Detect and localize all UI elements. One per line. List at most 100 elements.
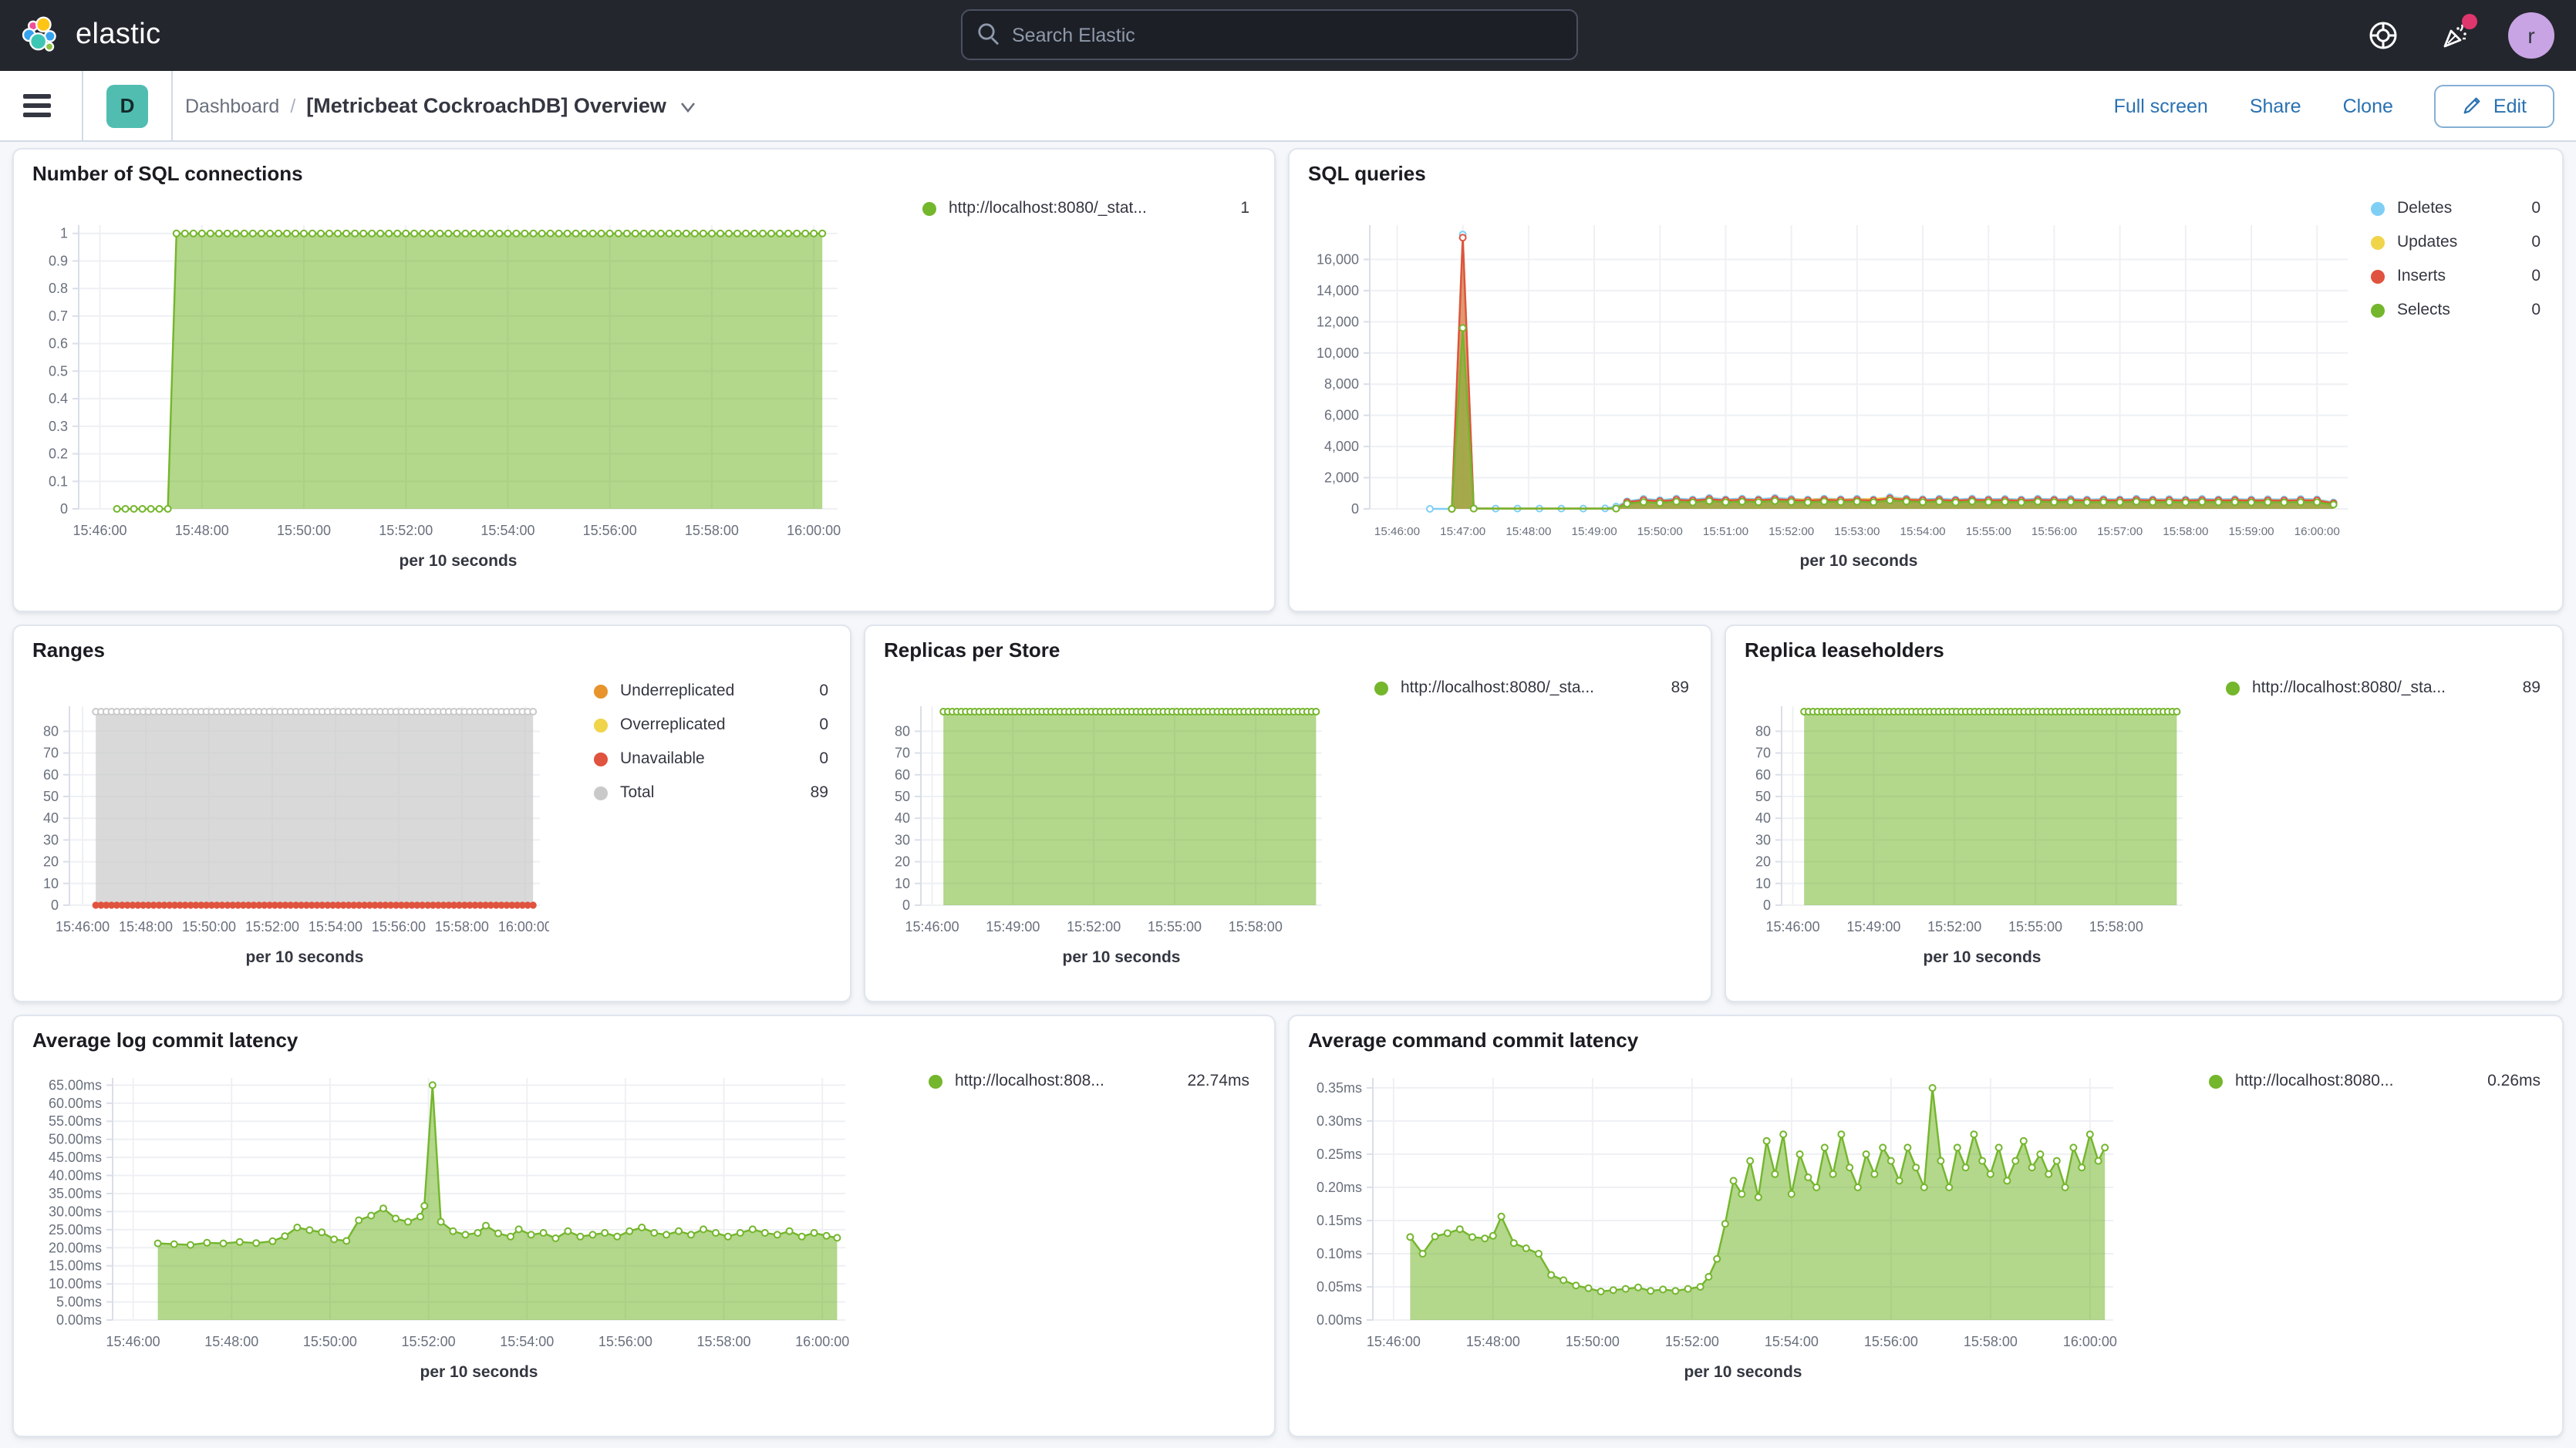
chart-legend: Deletes0 Updates0 Inserts0 Selects0 [2371, 199, 2541, 335]
svg-text:per 10 seconds: per 10 seconds [1063, 948, 1181, 966]
svg-text:15:48:00: 15:48:00 [204, 1334, 258, 1349]
legend-item[interactable]: Selects0 [2371, 301, 2541, 319]
chart-sql-queries[interactable]: 15:46:0015:47:0015:48:0015:49:0015:50:00… [1293, 190, 2357, 591]
svg-text:30: 30 [895, 832, 910, 847]
svg-text:0.25ms: 0.25ms [1317, 1147, 1362, 1162]
legend-item[interactable]: http://localhost:8080...0.26ms [2209, 1072, 2541, 1090]
svg-text:10,000: 10,000 [1317, 345, 1359, 361]
svg-text:0.6: 0.6 [49, 336, 68, 352]
svg-text:10: 10 [43, 876, 59, 891]
svg-text:16:00:00: 16:00:00 [2063, 1334, 2117, 1349]
chart-avg-command-commit-latency[interactable]: 15:46:0015:48:0015:50:0015:52:0015:54:00… [1293, 1056, 2126, 1411]
legend-label: Inserts [2397, 267, 2519, 285]
share-button[interactable]: Share [2250, 95, 2301, 116]
news-button[interactable] [2437, 19, 2471, 52]
brand-name: elastic [76, 19, 161, 52]
legend-item[interactable]: Total89 [594, 783, 828, 802]
svg-text:15:55:00: 15:55:00 [1148, 919, 1202, 934]
legend-item[interactable]: Updates0 [2371, 233, 2541, 251]
menu-icon [23, 94, 51, 98]
chart-sql-connections[interactable]: 15:46:0015:48:0015:50:0015:52:0015:54:00… [17, 190, 850, 591]
legend-value: 0 [819, 682, 828, 700]
svg-text:2,000: 2,000 [1324, 470, 1359, 486]
svg-text:15:46:00: 15:46:00 [73, 523, 127, 538]
user-avatar[interactable]: r [2508, 12, 2554, 59]
legend-item[interactable]: Deletes0 [2371, 199, 2541, 217]
svg-text:15:56:00: 15:56:00 [2031, 525, 2077, 538]
svg-text:15:55:00: 15:55:00 [1966, 525, 2011, 538]
svg-text:15:58:00: 15:58:00 [685, 523, 739, 538]
svg-text:15:52:00: 15:52:00 [379, 523, 433, 538]
legend-label: Deletes [2397, 199, 2519, 217]
svg-text:15:52:00: 15:52:00 [1927, 919, 1981, 934]
svg-text:40: 40 [43, 810, 59, 826]
elastic-logo[interactable]: elastic [20, 15, 161, 56]
svg-text:10: 10 [895, 876, 910, 891]
svg-text:15:54:00: 15:54:00 [480, 523, 534, 538]
svg-text:60: 60 [1755, 767, 1771, 783]
svg-text:0.35ms: 0.35ms [1317, 1080, 1362, 1096]
svg-text:15:56:00: 15:56:00 [598, 1334, 652, 1349]
legend-item[interactable]: http://localhost:8080/_stat...1 [922, 199, 1249, 217]
svg-text:5.00ms: 5.00ms [56, 1295, 102, 1310]
legend-item[interactable]: Inserts0 [2371, 267, 2541, 285]
svg-text:50: 50 [895, 789, 910, 804]
clone-button[interactable]: Clone [2343, 95, 2393, 116]
breadcrumb-dashboard[interactable]: Dashboard [185, 95, 279, 116]
svg-text:15:50:00: 15:50:00 [1566, 1334, 1620, 1349]
svg-text:per 10 seconds: per 10 seconds [420, 1363, 538, 1381]
svg-text:15:58:00: 15:58:00 [1229, 919, 1283, 934]
edit-button[interactable]: Edit [2435, 84, 2554, 127]
svg-text:20: 20 [1755, 854, 1771, 870]
chart-replicas-per-store[interactable]: 15:46:0015:49:0015:52:0015:55:0015:58:00… [868, 666, 1331, 975]
svg-text:15:50:00: 15:50:00 [182, 919, 236, 934]
legend-item[interactable]: Unavailable0 [594, 749, 828, 768]
svg-text:25.00ms: 25.00ms [49, 1222, 102, 1238]
svg-text:16:00:00: 16:00:00 [787, 523, 841, 538]
legend-item[interactable]: http://localhost:808...22.74ms [929, 1072, 1249, 1090]
svg-text:0.8: 0.8 [49, 281, 68, 296]
legend-item[interactable]: http://localhost:8080/_sta...89 [1374, 679, 1689, 697]
svg-text:0.1: 0.1 [49, 473, 68, 489]
legend-item[interactable]: Underreplicated0 [594, 682, 828, 700]
legend-item[interactable]: http://localhost:8080/_sta...89 [2226, 679, 2541, 697]
chart-legend: http://localhost:808...22.74ms [929, 1072, 1249, 1106]
full-screen-button[interactable]: Full screen [2114, 95, 2208, 116]
panel-title: Number of SQL connections [32, 162, 303, 185]
svg-text:12,000: 12,000 [1317, 314, 1359, 329]
panel-avg-log-commit-latency: Average log commit latency 15:46:0015:48… [12, 1015, 1276, 1437]
svg-text:0: 0 [51, 897, 59, 913]
toolbar-divider [82, 70, 83, 141]
chart-replica-leaseholders[interactable]: 15:46:0015:49:0015:52:0015:55:0015:58:00… [1729, 666, 2192, 975]
svg-text:0.9: 0.9 [49, 253, 68, 268]
svg-text:1: 1 [60, 226, 68, 241]
legend-swatch [929, 1074, 942, 1088]
page-title[interactable]: [Metricbeat CockroachDB] Overview [306, 94, 666, 117]
chevron-down-icon[interactable] [679, 96, 697, 115]
search-input[interactable] [961, 9, 1578, 60]
svg-text:65.00ms: 65.00ms [49, 1077, 102, 1093]
svg-text:14,000: 14,000 [1317, 283, 1359, 298]
menu-button[interactable] [23, 94, 51, 117]
help-button[interactable] [2366, 19, 2400, 52]
dashboard-badge[interactable]: D [106, 84, 148, 127]
legend-value: 0 [819, 716, 828, 734]
svg-text:0: 0 [902, 897, 910, 913]
svg-text:6,000: 6,000 [1324, 408, 1359, 423]
breadcrumb-separator: / [290, 95, 295, 116]
svg-text:15:46:00: 15:46:00 [1766, 919, 1820, 934]
svg-text:15:52:00: 15:52:00 [402, 1334, 456, 1349]
legend-item[interactable]: Overreplicated0 [594, 716, 828, 734]
svg-text:30: 30 [1755, 832, 1771, 847]
svg-text:15:59:00: 15:59:00 [2228, 525, 2274, 538]
chart-avg-log-commit-latency[interactable]: 15:46:0015:48:0015:50:0015:52:0015:54:00… [17, 1056, 858, 1411]
legend-value: 1 [1240, 199, 1249, 217]
legend-swatch [594, 684, 608, 698]
svg-text:60: 60 [895, 767, 910, 783]
svg-text:10: 10 [1755, 876, 1771, 891]
svg-text:15.00ms: 15.00ms [49, 1258, 102, 1274]
svg-text:15:58:00: 15:58:00 [2163, 525, 2208, 538]
panel-sql-queries: SQL queries 15:46:0015:47:0015:48:0015:4… [1288, 148, 2564, 612]
svg-text:15:58:00: 15:58:00 [2089, 919, 2143, 934]
chart-ranges[interactable]: 15:46:0015:48:0015:50:0015:52:0015:54:00… [17, 666, 549, 975]
